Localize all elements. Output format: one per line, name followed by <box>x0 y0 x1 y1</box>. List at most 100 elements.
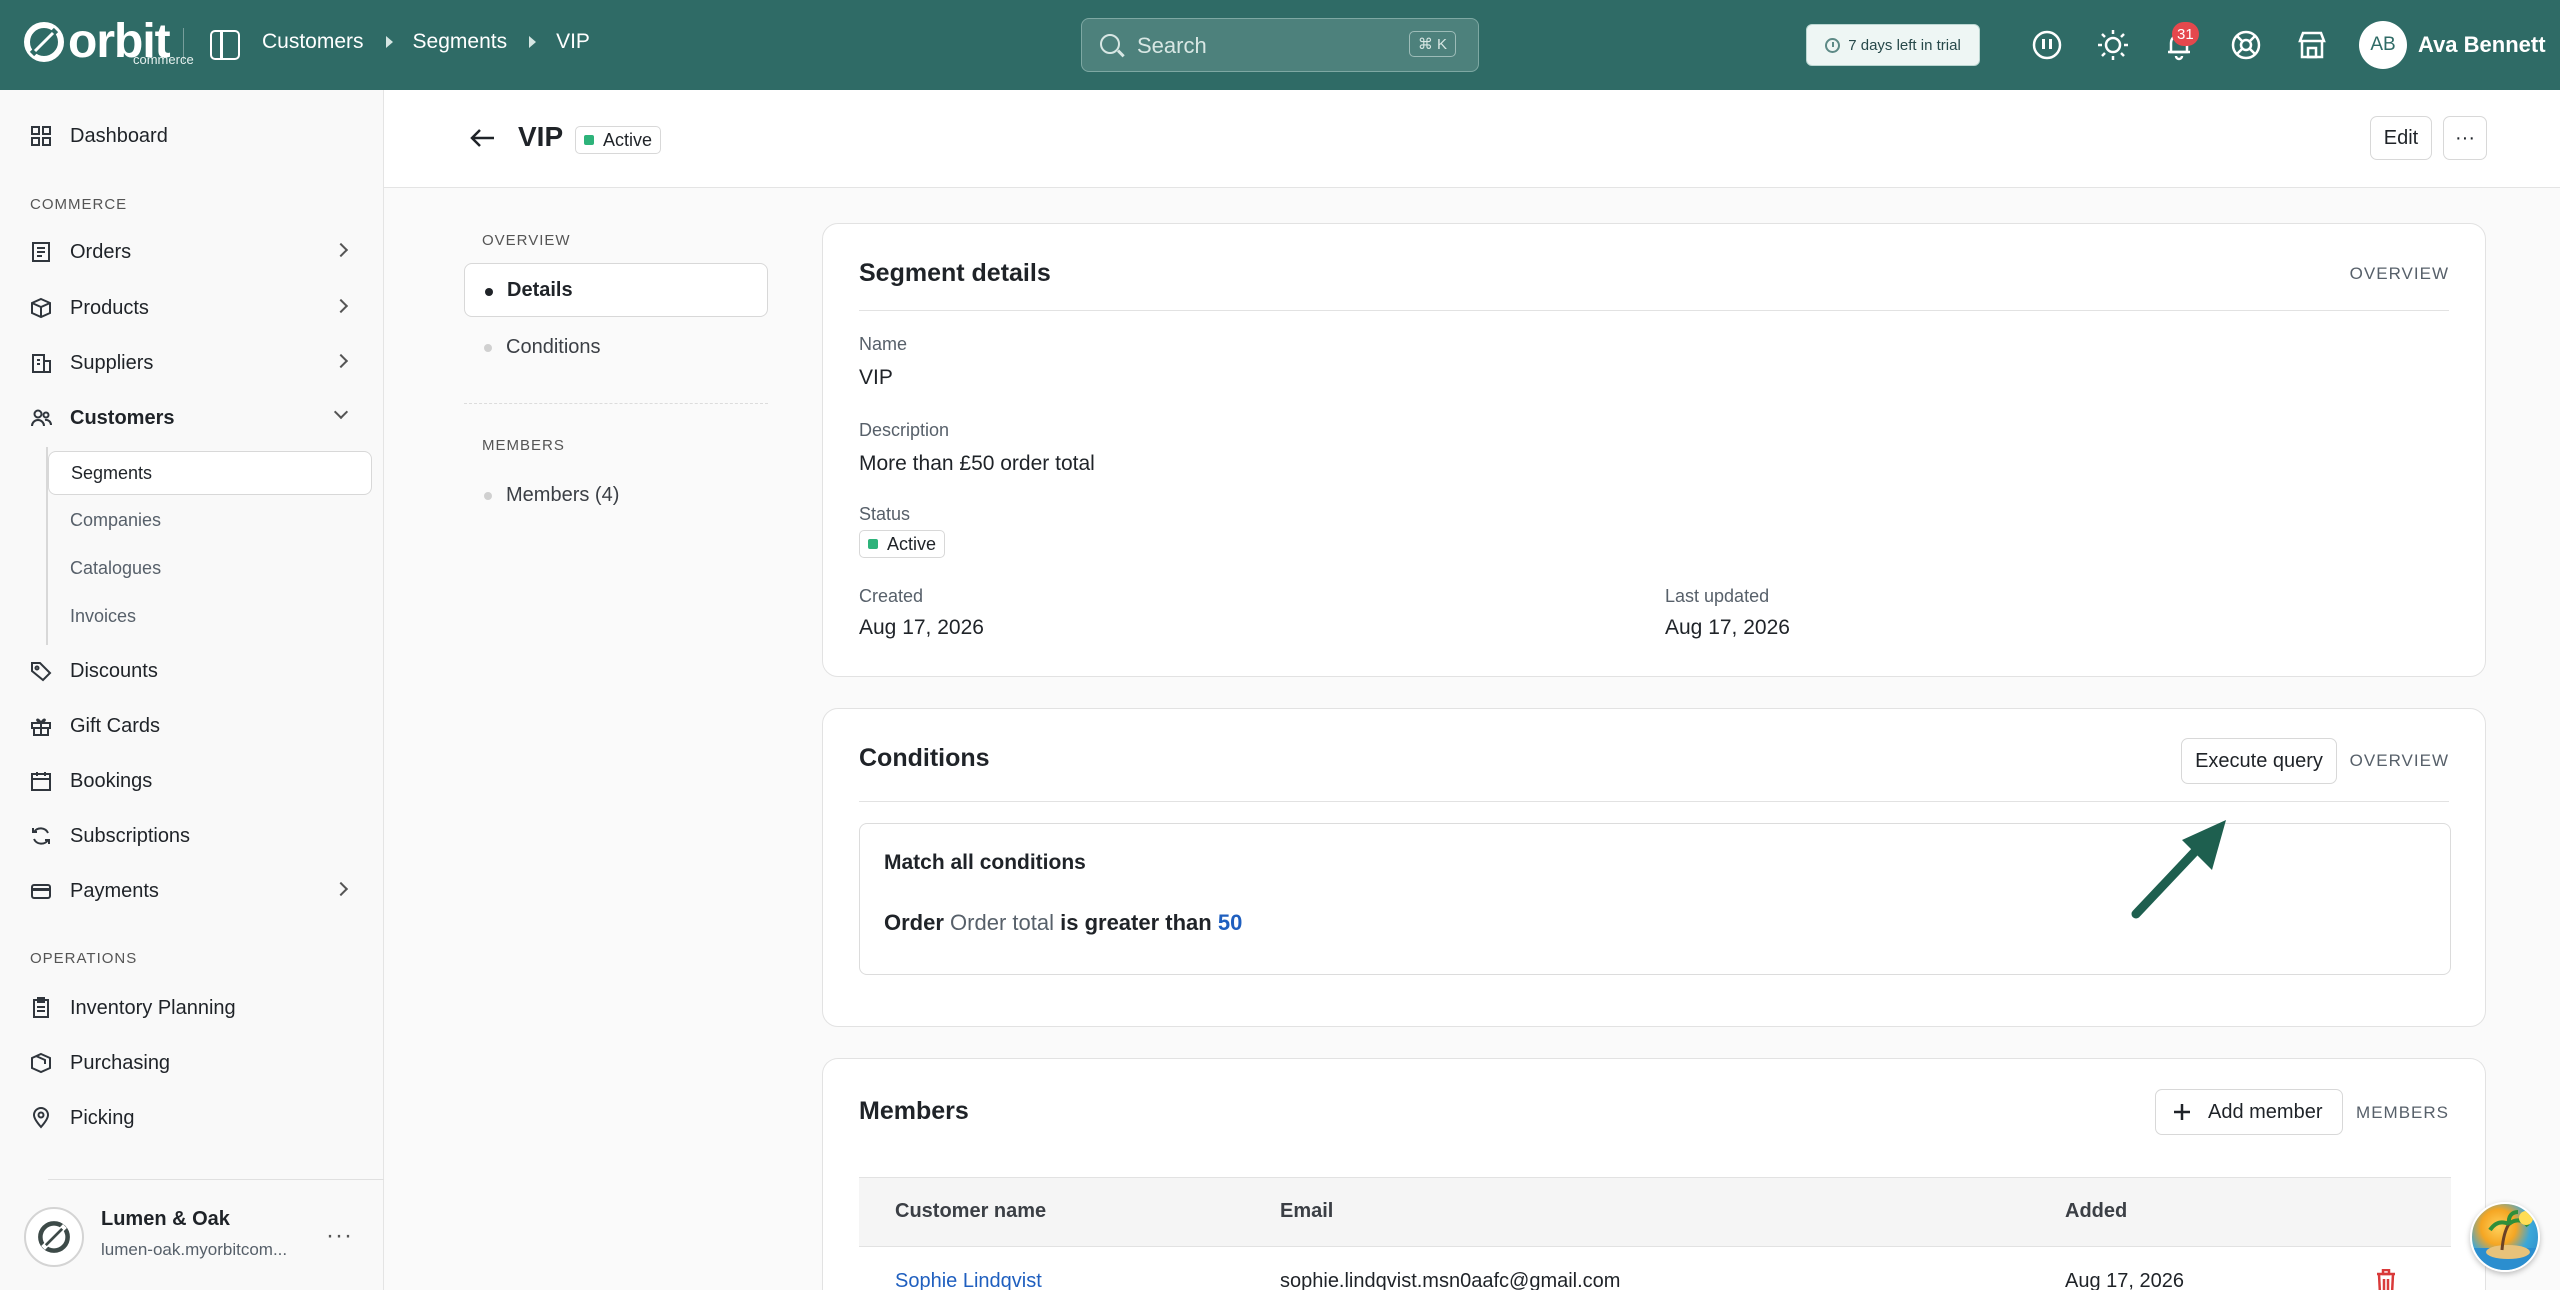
status-text: Active <box>603 129 653 150</box>
sidebar-item-suppliers[interactable]: Suppliers <box>30 343 360 383</box>
sidebar-subitem-segments[interactable]: Segments <box>48 451 372 495</box>
status-badge: Active <box>859 530 946 558</box>
sidebar-item-payments[interactable]: Payments <box>30 871 360 911</box>
match-mode-label: Match all conditions <box>884 851 1086 874</box>
sidebar-toggle-icon[interactable] <box>210 30 240 60</box>
chevron-right-icon <box>333 298 349 314</box>
segment-details-card: Segment details OVERVIEW Name VIP Descri… <box>822 223 2486 677</box>
assistant-chat-avatar[interactable] <box>2470 1202 2540 1272</box>
theme-sun-icon[interactable] <box>2096 28 2130 62</box>
condition-rule[interactable]: Order Order total is greater than 50 <box>884 910 1242 936</box>
toc-item-label: Conditions <box>506 335 601 358</box>
sidebar-item-subscriptions[interactable]: Subscriptions <box>30 816 360 856</box>
sidebar-item-dashboard[interactable]: Dashboard <box>30 116 360 156</box>
search-shortcut: ⌘ K <box>1408 31 1456 57</box>
edit-button[interactable]: Edit <box>2370 116 2432 160</box>
toc-item-label: Members (4) <box>506 483 620 506</box>
store-more-icon[interactable]: ··· <box>326 1222 353 1250</box>
arrow-up-right-icon <box>2131 820 2226 919</box>
search-icon <box>1100 34 1120 54</box>
feedback-icon[interactable] <box>2030 28 2064 62</box>
user-name[interactable]: Ava Bennett <box>2418 32 2546 58</box>
toc-section-members: MEMBERS <box>482 437 565 454</box>
dashboard-icon <box>30 125 52 147</box>
breadcrumb-segments[interactable]: Segments <box>413 30 508 54</box>
card-divider <box>859 310 2449 311</box>
map-pin-icon <box>30 1107 52 1129</box>
building-icon <box>30 352 52 374</box>
sidebar-subitem-companies[interactable]: Companies <box>70 510 161 531</box>
clock-icon <box>1825 37 1841 53</box>
column-header-added[interactable]: Added <box>2065 1200 2127 1223</box>
store-logo-icon[interactable] <box>24 1207 84 1267</box>
field-value-name: VIP <box>859 366 893 389</box>
toc-item-members[interactable]: Members (4) <box>464 468 768 522</box>
trial-badge[interactable]: 7 days left in trial <box>1806 24 1980 66</box>
bullet-icon <box>485 288 493 296</box>
breadcrumb-customers[interactable]: Customers <box>262 30 364 54</box>
column-header-email[interactable]: Email <box>1280 1200 1333 1223</box>
condition-operator: is greater than <box>1060 910 1212 935</box>
users-icon <box>30 407 52 429</box>
sidebar-item-label: Picking <box>70 1106 135 1129</box>
sidebar-item-products[interactable]: Products <box>30 288 360 328</box>
plus-icon <box>2174 1104 2190 1120</box>
notification-count-badge: 31 <box>2172 22 2199 46</box>
toc-divider <box>464 403 768 404</box>
chevron-right-icon <box>333 881 349 897</box>
sidebar-item-bookings[interactable]: Bookings <box>30 761 360 801</box>
sidebar-item-orders[interactable]: Orders <box>30 232 360 272</box>
sidebar-subitem-invoices[interactable]: Invoices <box>70 606 136 627</box>
sidebar-item-gift-cards[interactable]: Gift Cards <box>30 706 360 746</box>
toc-item-details[interactable]: Details <box>464 263 768 317</box>
sidebar-item-label: Products <box>70 296 149 319</box>
bullet-icon <box>484 344 492 352</box>
sidebar-item-label: Inventory Planning <box>70 996 236 1019</box>
sidebar-item-inventory-planning[interactable]: Inventory Planning <box>30 988 360 1028</box>
card-title: Members <box>859 1097 969 1125</box>
table-header: Customer name Email Added <box>859 1177 2451 1247</box>
trash-icon[interactable] <box>2375 1269 2397 1290</box>
more-actions-button[interactable]: ··· <box>2443 116 2487 160</box>
chevron-right-icon <box>385 36 393 48</box>
help-lifebuoy-icon[interactable] <box>2229 28 2263 62</box>
back-arrow-icon[interactable] <box>470 128 496 148</box>
toc-item-conditions[interactable]: Conditions <box>464 320 768 374</box>
field-label-name: Name <box>859 334 908 354</box>
card-section-tag: MEMBERS <box>2356 1103 2449 1122</box>
sidebar-item-purchasing[interactable]: Purchasing <box>30 1043 360 1083</box>
brand-subtitle: commerce <box>133 52 194 67</box>
add-member-button[interactable]: Add member <box>2155 1089 2343 1135</box>
column-header-customer-name[interactable]: Customer name <box>895 1200 1046 1223</box>
toc-section-overview: OVERVIEW <box>482 232 571 249</box>
trial-text: 7 days left in trial <box>1848 36 1961 54</box>
search-input[interactable]: Search ⌘ K <box>1081 18 1479 72</box>
user-avatar[interactable]: AB <box>2359 21 2407 69</box>
member-name-link[interactable]: Sophie Lindqvist <box>895 1270 1042 1290</box>
top-bar: orbit commerce Customers Segments VIP Se… <box>0 0 2560 90</box>
chevron-down-icon <box>333 404 349 420</box>
store-name: Lumen & Oak <box>101 1208 230 1230</box>
box-icon <box>30 297 52 319</box>
sidebar-item-discounts[interactable]: Discounts <box>30 651 360 691</box>
breadcrumb: Customers Segments VIP <box>262 30 590 54</box>
clipboard-icon <box>30 997 52 1019</box>
members-card: Members Add member MEMBERS Customer name… <box>822 1058 2486 1290</box>
sidebar-item-picking[interactable]: Picking <box>30 1098 360 1138</box>
chevron-right-icon <box>529 36 537 48</box>
page-title: VIP <box>518 121 564 152</box>
breadcrumb-vip[interactable]: VIP <box>556 30 590 54</box>
search-placeholder: Search <box>1137 33 1207 58</box>
calendar-icon <box>30 770 52 792</box>
sidebar-item-label: Dashboard <box>70 124 168 147</box>
sidebar-item-label: Subscriptions <box>70 824 191 847</box>
field-label-description: Description <box>859 420 950 440</box>
orbit-logo-icon <box>24 22 64 62</box>
sidebar-item-customers[interactable]: Customers <box>30 398 360 438</box>
tag-icon <box>30 660 52 682</box>
execute-query-button[interactable]: Execute query <box>2181 738 2337 784</box>
status-dot <box>584 135 594 145</box>
storefront-icon[interactable] <box>2295 28 2329 62</box>
sidebar-subitem-catalogues[interactable]: Catalogues <box>70 558 161 579</box>
condition-value: 50 <box>1217 910 1243 935</box>
